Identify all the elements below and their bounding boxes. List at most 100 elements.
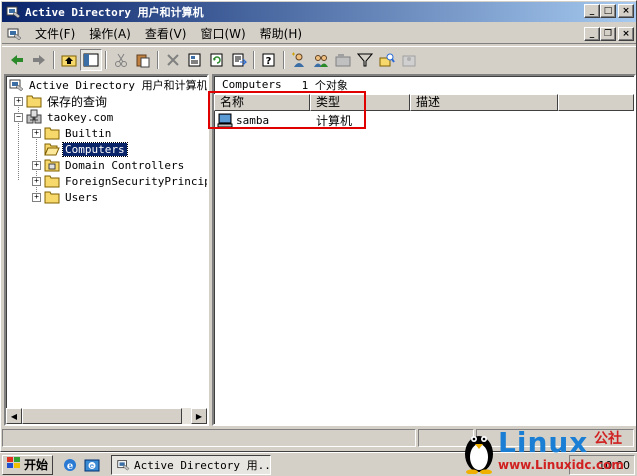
column-header-name[interactable]: 名称 [214,94,310,111]
status-cell [418,429,474,447]
menu-file[interactable]: 文件(F) [28,25,82,42]
tree-node-saved-queries[interactable]: + 保存的查询 [14,93,109,109]
svg-text:?: ? [266,56,272,67]
system-tray: 10:00 [569,455,635,475]
forward-button[interactable] [28,49,50,71]
folder-icon [44,173,60,189]
svg-text:e: e [67,461,73,472]
expand-toggle[interactable]: + [32,128,41,138]
paste-icon [136,54,150,67]
expand-toggle[interactable]: + [14,96,23,106]
scroll-track[interactable] [182,408,191,424]
paste-button[interactable] [132,49,154,71]
taskbar-window-button[interactable]: Active Directory 用... [111,454,272,475]
item-name: samba [236,113,270,127]
column-header-description[interactable]: 描述 [410,94,558,111]
tree-node-label: 保存的查询 [47,94,108,109]
tree-node-domain-controllers[interactable]: + Domain Controllers [32,157,186,173]
tree-node-label: Domain Controllers [65,158,185,172]
refresh-button[interactable] [206,49,228,71]
scroll-thumb[interactable] [22,408,182,424]
start-label: 开始 [24,458,49,472]
scroll-right-button[interactable]: ▶ [191,408,207,424]
tree-node-label: Active Directory 用户和计算机 [29,79,208,92]
filter-button[interactable] [354,49,376,71]
arrow-right-icon: ▶ [195,411,203,421]
cut-button[interactable] [110,49,132,71]
close-icon: × [622,28,630,39]
close-button[interactable]: × [618,4,634,18]
expand-toggle[interactable]: + [32,160,41,170]
toolbar-separator [53,50,55,69]
close-icon: × [622,5,630,16]
export-list-button[interactable] [228,49,250,71]
list-item[interactable]: samba 计算机 [214,112,416,128]
details-header: Computers 1 个对象 [214,76,634,93]
status-cell-main [2,429,416,447]
tree-node-label: taokey.com [47,110,114,124]
tree-node-foreign-security[interactable]: + ForeignSecurityPrincipa [32,173,209,189]
add-to-group-button[interactable] [398,49,420,71]
expand-toggle[interactable]: + [32,192,41,202]
cut-icon [115,53,127,67]
show-hide-tree-button[interactable] [80,48,102,71]
expand-toggle[interactable]: + [32,176,41,186]
menu-bar: 文件(F) 操作(A) 查看(V) 窗口(W) 帮助(H) _ ❐ × [2,24,636,44]
menu-window[interactable]: 窗口(W) [193,25,252,42]
windows-flag-icon [7,457,21,472]
help-button[interactable]: ? [258,49,280,71]
ad-users-computers-icon [8,77,24,93]
tree-horizontal-scrollbar[interactable]: ◀ ▶ [6,408,207,424]
computer-icon [217,112,233,128]
start-button[interactable]: 开始 [2,454,54,475]
collapse-toggle[interactable]: − [14,112,23,122]
properties-button[interactable] [184,49,206,71]
toolbar-separator [105,50,107,69]
scroll-left-button[interactable]: ◀ [6,408,22,424]
details-pane[interactable]: Computers 1 个对象 名称 类型 描述 samba 计算机 [212,74,636,426]
clock[interactable]: 10:00 [598,459,630,472]
minimize-button[interactable]: _ [584,4,600,18]
object-count: 1 个对象 [301,78,348,92]
maximize-button[interactable]: □ [600,4,616,18]
svg-text:e: e [90,462,94,470]
back-button[interactable] [6,49,28,71]
ad-users-computers-icon [116,458,130,472]
column-headers: 名称 类型 描述 [214,94,634,111]
minimize-icon: _ [589,28,595,39]
column-header-type[interactable]: 类型 [310,94,410,111]
mdi-child-icon[interactable] [6,26,22,42]
find-button[interactable] [376,49,398,71]
internet-explorer-icon[interactable]: e [61,456,79,474]
up-one-level-button[interactable] [58,49,80,71]
tree-node-users[interactable]: + Users [32,189,100,205]
maximize-icon: □ [603,5,613,16]
new-user-button[interactable] [288,49,310,71]
arrow-left-icon: ◀ [10,411,18,421]
tree-node-builtin[interactable]: + Builtin [32,125,113,141]
restore-icon: ❐ [603,28,613,39]
mdi-minimize-button[interactable]: _ [584,27,600,41]
new-group-button[interactable] [310,49,332,71]
minimize-icon: _ [589,5,595,16]
mdi-restore-button[interactable]: ❐ [600,27,616,41]
console-tree[interactable]: Active Directory 用户和计算机 + 保存的查询 − taokey… [4,74,209,426]
mmc-window: Active Directory 用户和计算机 _ □ × 文件(F) 操作(A… [0,0,637,452]
tree-node-label: ForeignSecurityPrincipa [65,174,209,188]
menu-action[interactable]: 操作(A) [82,25,138,42]
tree-node-domain[interactable]: − taokey.com [14,109,115,125]
menu-view[interactable]: 查看(V) [138,25,194,42]
mdi-close-button[interactable]: × [618,27,634,41]
menu-help[interactable]: 帮助(H) [253,25,309,42]
outlook-express-icon[interactable]: e [83,456,101,474]
tree-node-root[interactable]: Active Directory 用户和计算机 [8,77,208,93]
status-cell [476,429,634,447]
tree-node-label: Computers [62,141,128,157]
item-type: 计算机 [316,113,353,128]
taskbar: 开始 e e Active Directory 用... 10:00 [0,452,637,476]
tree-node-computers[interactable]: Computers [44,141,128,157]
new-ou-button[interactable] [332,49,354,71]
title-bar[interactable]: Active Directory 用户和计算机 _ □ × [2,2,636,22]
delete-button[interactable] [162,49,184,71]
new-user-icon [292,52,304,67]
